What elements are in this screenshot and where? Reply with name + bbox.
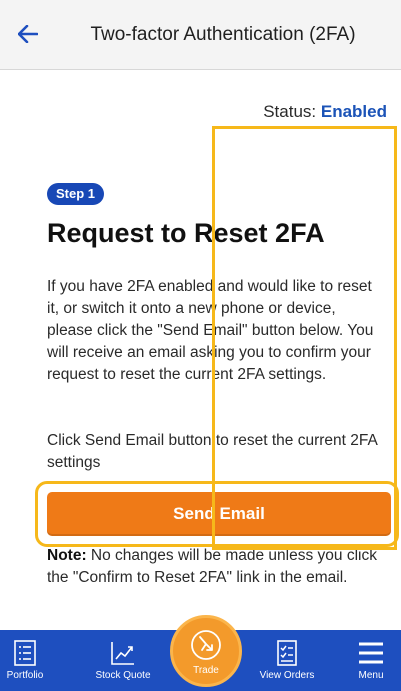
tab-label: Stock Quote xyxy=(95,670,151,681)
tab-view-orders[interactable]: View Orders xyxy=(247,630,327,691)
tab-label: Menu xyxy=(358,670,384,681)
app-header: Two-factor Authentication (2FA) xyxy=(0,0,401,70)
tab-menu[interactable]: Menu xyxy=(341,630,401,691)
section-heading: Request to Reset 2FA xyxy=(47,218,325,248)
trade-button[interactable]: Trade xyxy=(170,615,242,687)
tab-stock-quote[interactable]: Stock Quote xyxy=(83,630,163,691)
reset-hint-paragraph: Click Send Email button to reset the cur… xyxy=(47,432,377,471)
arrow-left-icon xyxy=(18,25,38,43)
tab-label: Portfolio xyxy=(6,670,44,681)
trade-icon xyxy=(191,629,221,660)
back-button[interactable] xyxy=(12,18,44,50)
status-indicator: Status: Enabled xyxy=(263,102,387,122)
step-badge: Step 1 xyxy=(47,183,105,205)
note-text: Note: No changes will be made unless you… xyxy=(47,545,387,589)
note-label: Note: xyxy=(47,547,87,564)
instructions-paragraph: If you have 2FA enabled and would like t… xyxy=(47,278,374,383)
chart-icon xyxy=(111,642,134,665)
tab-portfolio[interactable]: Portfolio xyxy=(0,630,50,691)
send-email-button[interactable]: Send Email xyxy=(47,492,391,536)
list-icon xyxy=(14,640,36,666)
status-label: Status: xyxy=(263,102,317,121)
note-body: No changes will be made unless you click… xyxy=(47,547,377,586)
status-value: Enabled xyxy=(320,102,387,121)
page-title: Two-factor Authentication (2FA) xyxy=(90,24,356,45)
tab-label: Trade xyxy=(193,664,219,676)
checklist-icon xyxy=(277,640,297,666)
tab-label: View Orders xyxy=(259,670,315,681)
hamburger-icon xyxy=(359,642,383,664)
